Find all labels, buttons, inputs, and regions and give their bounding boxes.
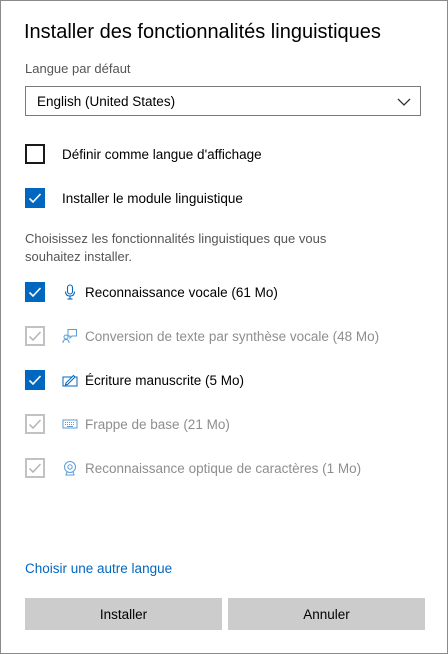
- install-language-features-dialog: Installer des fonctionnalités linguistiq…: [0, 0, 448, 654]
- feature-text-to-speech: Conversion de texte par synthèse vocale …: [25, 325, 379, 347]
- speech-recognition-checkbox[interactable]: [25, 282, 45, 302]
- language-pack-checkbox[interactable]: [25, 188, 45, 208]
- checkmark-icon: [28, 193, 42, 204]
- feature-speech-recognition[interactable]: Reconnaissance vocale (61 Mo): [25, 281, 278, 303]
- checkmark-icon: [28, 287, 42, 298]
- checkmark-icon: [28, 331, 42, 342]
- feature-ocr: Reconnaissance optique de caractères (1 …: [25, 457, 361, 479]
- checkmark-icon: [28, 375, 42, 386]
- feature-basic-typing: Frappe de base (21 Mo): [25, 413, 230, 435]
- default-language-value: English (United States): [37, 94, 176, 109]
- display-language-checkbox[interactable]: [25, 144, 45, 164]
- display-language-label: Définir comme langue d'affichage: [62, 146, 262, 162]
- features-description: Choisissez les fonctionnalités linguisti…: [25, 231, 327, 264]
- speech-recognition-label: Reconnaissance vocale (61 Mo): [85, 284, 278, 300]
- default-language-dropdown[interactable]: English (United States): [25, 86, 421, 116]
- checkmark-icon: [28, 419, 42, 430]
- text-to-speech-checkbox: [25, 326, 45, 346]
- chevron-down-icon: [397, 95, 411, 107]
- choose-other-language-link[interactable]: Choisir une autre langue: [25, 561, 172, 576]
- feature-handwriting[interactable]: Écriture manuscrite (5 Mo): [25, 369, 244, 391]
- handwriting-checkbox[interactable]: [25, 370, 45, 390]
- basic-typing-label: Frappe de base (21 Mo): [85, 416, 230, 432]
- keyboard-icon: [62, 416, 78, 432]
- default-language-label: Langue par défaut: [25, 61, 131, 76]
- pen-icon: [62, 372, 78, 388]
- checkmark-icon: [28, 463, 42, 474]
- handwriting-label: Écriture manuscrite (5 Mo): [85, 372, 245, 388]
- text-to-speech-label: Conversion de texte par synthèse vocale …: [85, 328, 380, 344]
- ocr-label: Reconnaissance optique de caractères (1 …: [85, 460, 362, 476]
- ocr-eye-icon: [62, 460, 78, 476]
- ocr-checkbox: [25, 458, 45, 478]
- install-button[interactable]: Installer: [25, 598, 222, 630]
- speech-bubble-icon: [62, 328, 78, 344]
- cancel-button[interactable]: Annuler: [228, 598, 425, 630]
- microphone-icon: [62, 284, 78, 300]
- basic-typing-checkbox: [25, 414, 45, 434]
- dialog-title: Installer des fonctionnalités linguistiq…: [24, 21, 381, 43]
- option-set-display-language[interactable]: Définir comme langue d'affichage: [25, 143, 262, 165]
- language-pack-label: Installer le module linguistique: [62, 190, 243, 206]
- option-install-language-pack[interactable]: Installer le module linguistique: [25, 187, 243, 209]
